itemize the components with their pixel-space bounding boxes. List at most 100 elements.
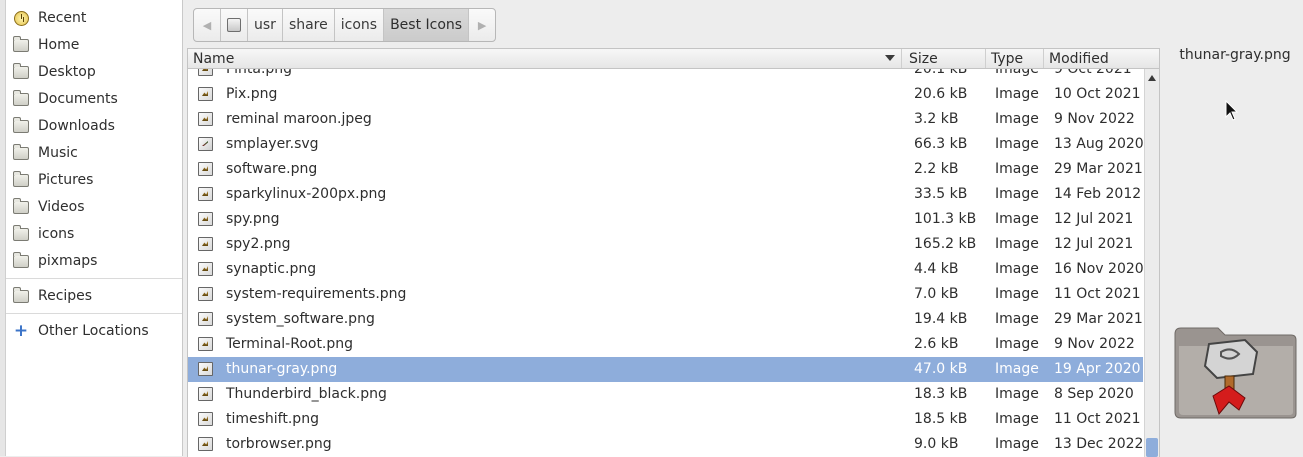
preview-filename: thunar-gray.png — [1179, 47, 1291, 63]
file-size: 18.3 kB — [914, 386, 968, 402]
file-modified: 16 Nov 2020 — [1054, 261, 1143, 277]
path-root-button[interactable] — [221, 9, 248, 41]
file-type: Image — [995, 161, 1039, 177]
file-name: software.png — [226, 161, 318, 177]
table-row[interactable]: torbrowser.png 9.0 kB Image 13 Dec 2022 — [188, 432, 1143, 457]
path-forward-button[interactable]: ▶ — [469, 9, 495, 41]
file-type: Image — [995, 436, 1039, 452]
file-type: Image — [995, 386, 1039, 402]
sidebar-separator — [6, 278, 182, 279]
file-type: Image — [995, 236, 1039, 252]
downloads-folder-icon — [12, 116, 30, 134]
column-header-type[interactable]: Type — [986, 49, 1044, 68]
file-type: Image — [995, 336, 1039, 352]
file-modified: 12 Jul 2021 — [1054, 236, 1134, 252]
recent-icon — [12, 10, 30, 26]
sidebar-separator — [6, 313, 182, 314]
image-file-icon — [198, 362, 213, 376]
mouse-cursor-icon — [1225, 100, 1239, 121]
file-type: Image — [995, 186, 1039, 202]
file-size: 3.2 kB — [914, 111, 959, 127]
column-header-name[interactable]: Name — [188, 49, 902, 68]
scroll-up-arrow-icon[interactable] — [1148, 75, 1156, 81]
table-row-selected[interactable]: thunar-gray.png 47.0 kB Image 19 Apr 202… — [188, 357, 1143, 382]
file-size: 18.5 kB — [914, 411, 968, 427]
file-modified: 9 Nov 2022 — [1054, 111, 1135, 127]
file-size: 2.6 kB — [914, 336, 959, 352]
file-type: Image — [995, 411, 1039, 427]
image-file-icon — [198, 287, 213, 301]
table-row[interactable]: spy.png 101.3 kB Image 12 Jul 2021 — [188, 207, 1143, 232]
path-segment-share[interactable]: share — [283, 9, 335, 41]
file-name: smplayer.svg — [226, 136, 319, 152]
file-list: Name Size Type Modified Pinta.png 20.1 k… — [187, 48, 1160, 457]
path-bar: ◀ usr share icons Best Icons ▶ — [193, 8, 497, 42]
table-row[interactable]: Terminal-Root.png 2.6 kB Image 9 Nov 202… — [188, 332, 1143, 357]
table-row[interactable]: system-requirements.png 7.0 kB Image 11 … — [188, 282, 1143, 307]
vertical-scrollbar[interactable] — [1144, 69, 1159, 457]
file-modified: 8 Sep 2020 — [1054, 386, 1134, 402]
sidebar-item-recent[interactable]: Recent — [6, 5, 182, 31]
places-sidebar: Recent Home Desktop Documents Downloads … — [6, 0, 183, 456]
file-name: spy2.png — [226, 236, 291, 252]
sidebar-item-pixmaps[interactable]: pixmaps — [6, 248, 182, 274]
sidebar-item-desktop[interactable]: Desktop — [6, 59, 182, 85]
file-type: Image — [995, 69, 1039, 77]
file-size: 19.4 kB — [914, 311, 968, 327]
sidebar-item-icons[interactable]: icons — [6, 221, 182, 247]
file-size: 33.5 kB — [914, 186, 968, 202]
table-row[interactable]: Thunderbird_black.png 18.3 kB Image 8 Se… — [188, 382, 1143, 407]
image-file-icon — [198, 337, 213, 351]
path-segment-icons[interactable]: icons — [335, 9, 385, 41]
table-row[interactable]: smplayer.svg 66.3 kB Image 13 Aug 2020 — [188, 132, 1143, 157]
table-row[interactable]: synaptic.png 4.4 kB Image 16 Nov 2020 — [188, 257, 1143, 282]
table-row[interactable]: software.png 2.2 kB Image 29 Mar 2021 — [188, 157, 1143, 182]
file-type: Image — [995, 136, 1039, 152]
file-size: 4.4 kB — [914, 261, 959, 277]
sidebar-item-pictures[interactable]: Pictures — [6, 167, 182, 193]
file-name: synaptic.png — [226, 261, 317, 277]
table-row[interactable]: system_software.png 19.4 kB Image 29 Mar… — [188, 307, 1143, 332]
table-row[interactable]: Pix.png 20.6 kB Image 10 Oct 2021 — [188, 82, 1143, 107]
file-name: system_software.png — [226, 311, 375, 327]
column-header-size[interactable]: Size — [904, 49, 986, 68]
documents-folder-icon — [12, 89, 30, 107]
file-size: 7.0 kB — [914, 286, 959, 302]
sidebar-item-label: pixmaps — [38, 253, 98, 269]
table-row[interactable]: timeshift.png 18.5 kB Image 11 Oct 2021 — [188, 407, 1143, 432]
file-size: 20.1 kB — [914, 69, 968, 77]
file-size: 66.3 kB — [914, 136, 968, 152]
path-segment-best-icons[interactable]: Best Icons — [384, 9, 470, 41]
file-size: 165.2 kB — [914, 236, 977, 252]
sidebar-item-recipes[interactable]: Recipes — [6, 283, 182, 309]
path-segment-usr[interactable]: usr — [248, 9, 283, 41]
file-modified: 12 Jul 2021 — [1054, 211, 1134, 227]
file-size: 47.0 kB — [914, 361, 968, 377]
sidebar-item-label: Recipes — [38, 288, 93, 304]
sidebar-item-home[interactable]: Home — [6, 32, 182, 58]
table-row[interactable]: sparkylinux-200px.png 33.5 kB Image 14 F… — [188, 182, 1143, 207]
image-file-icon — [198, 237, 213, 251]
chevron-right-icon: ▶ — [477, 18, 487, 32]
sidebar-item-documents[interactable]: Documents — [6, 86, 182, 112]
sidebar-item-other-locations[interactable]: + Other Locations — [6, 318, 182, 344]
file-name: reminal maroon.jpeg — [226, 111, 372, 127]
sidebar-item-music[interactable]: Music — [6, 140, 182, 166]
sidebar-item-label: Documents — [38, 91, 118, 107]
image-file-icon — [198, 312, 213, 326]
pictures-folder-icon — [12, 170, 30, 188]
path-back-button[interactable]: ◀ — [194, 9, 221, 41]
table-row[interactable]: reminal maroon.jpeg 3.2 kB Image 9 Nov 2… — [188, 107, 1143, 132]
file-name: Thunderbird_black.png — [226, 386, 387, 402]
column-header-modified[interactable]: Modified — [1044, 49, 1159, 68]
desktop-folder-icon — [12, 62, 30, 80]
sidebar-item-downloads[interactable]: Downloads — [6, 113, 182, 139]
table-row[interactable]: Pinta.png 20.1 kB Image 9 Oct 2021 — [188, 69, 1143, 82]
table-row[interactable]: spy2.png 165.2 kB Image 12 Jul 2021 — [188, 232, 1143, 257]
image-file-icon — [198, 412, 213, 426]
scrollbar-thumb[interactable] — [1146, 438, 1158, 457]
chevron-left-icon: ◀ — [202, 18, 212, 32]
sidebar-item-label: Other Locations — [38, 323, 149, 339]
sidebar-item-videos[interactable]: Videos — [6, 194, 182, 220]
file-modified: 11 Oct 2021 — [1054, 411, 1141, 427]
